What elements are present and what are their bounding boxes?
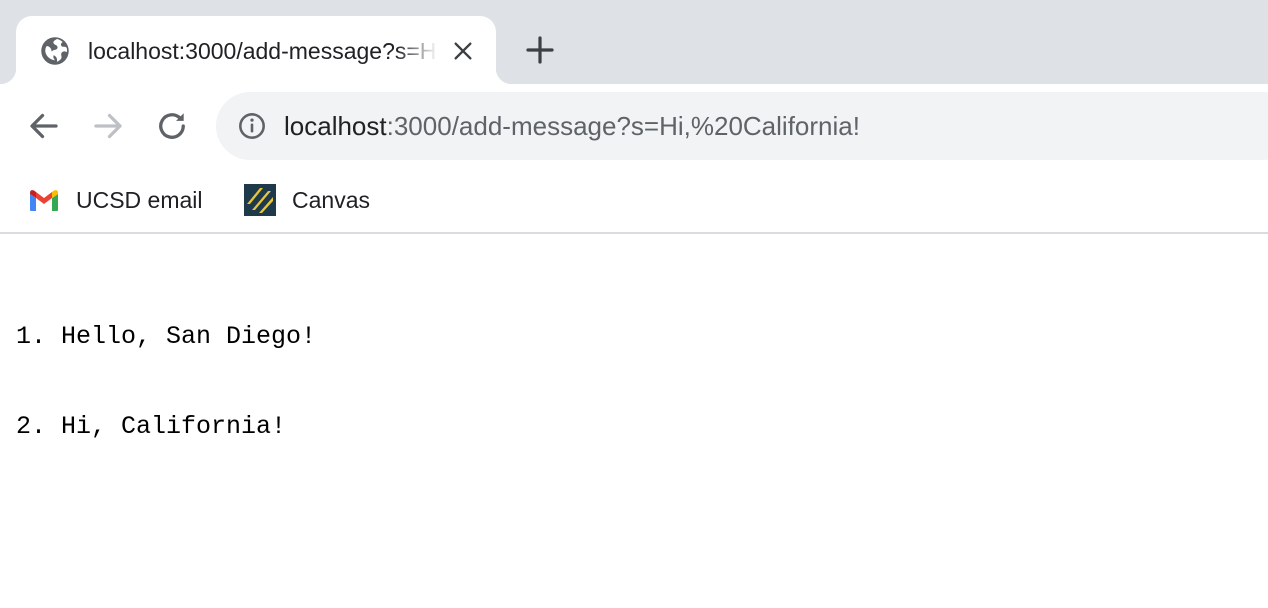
toolbar: localhost:3000/add-message?s=Hi,%20Calif…: [0, 84, 1268, 168]
bookmark-label: Canvas: [292, 186, 370, 213]
url-text[interactable]: localhost:3000/add-message?s=Hi,%20Calif…: [284, 109, 860, 143]
bookmark-ucsd-email[interactable]: UCSD email: [28, 182, 203, 218]
arrow-right-icon[interactable]: [90, 108, 126, 144]
page-content: 1. Hello, San Diego! 2. Hi, California!: [0, 234, 1268, 608]
list-item: 2. Hi, California!: [16, 412, 287, 441]
tab-strip: localhost:3000/add-message?s=Hi,%20Calif…: [0, 0, 1268, 84]
message-list: 1. Hello, San Diego! 2. Hi, California!: [16, 262, 316, 502]
url-host: localhost: [284, 111, 387, 141]
active-tab[interactable]: localhost:3000/add-message?s=Hi,%20Calif…: [0, 16, 512, 84]
plus-icon[interactable]: [524, 34, 556, 66]
canvas-icon: [244, 184, 276, 216]
tab-title: localhost:3000/add-message?s=Hi,%20Calif…: [88, 38, 438, 64]
bookmarks-bar: UCSD email Canvas: [0, 168, 1268, 234]
close-icon[interactable]: [452, 40, 474, 62]
globe-icon: [41, 37, 69, 65]
info-icon[interactable]: [238, 112, 266, 140]
bookmark-canvas[interactable]: Canvas: [244, 182, 370, 218]
list-item: 1. Hello, San Diego!: [16, 322, 317, 351]
arrow-left-icon[interactable]: [26, 108, 62, 144]
reload-icon[interactable]: [154, 108, 190, 144]
gmail-icon: [30, 190, 58, 211]
url-path: :3000/add-message?s=Hi,%20California!: [386, 111, 860, 141]
bookmark-label: UCSD email: [76, 186, 203, 213]
browser-window: localhost:3000/add-message?s=Hi,%20Calif…: [0, 0, 1268, 608]
address-bar[interactable]: localhost:3000/add-message?s=Hi,%20Calif…: [216, 92, 1268, 160]
